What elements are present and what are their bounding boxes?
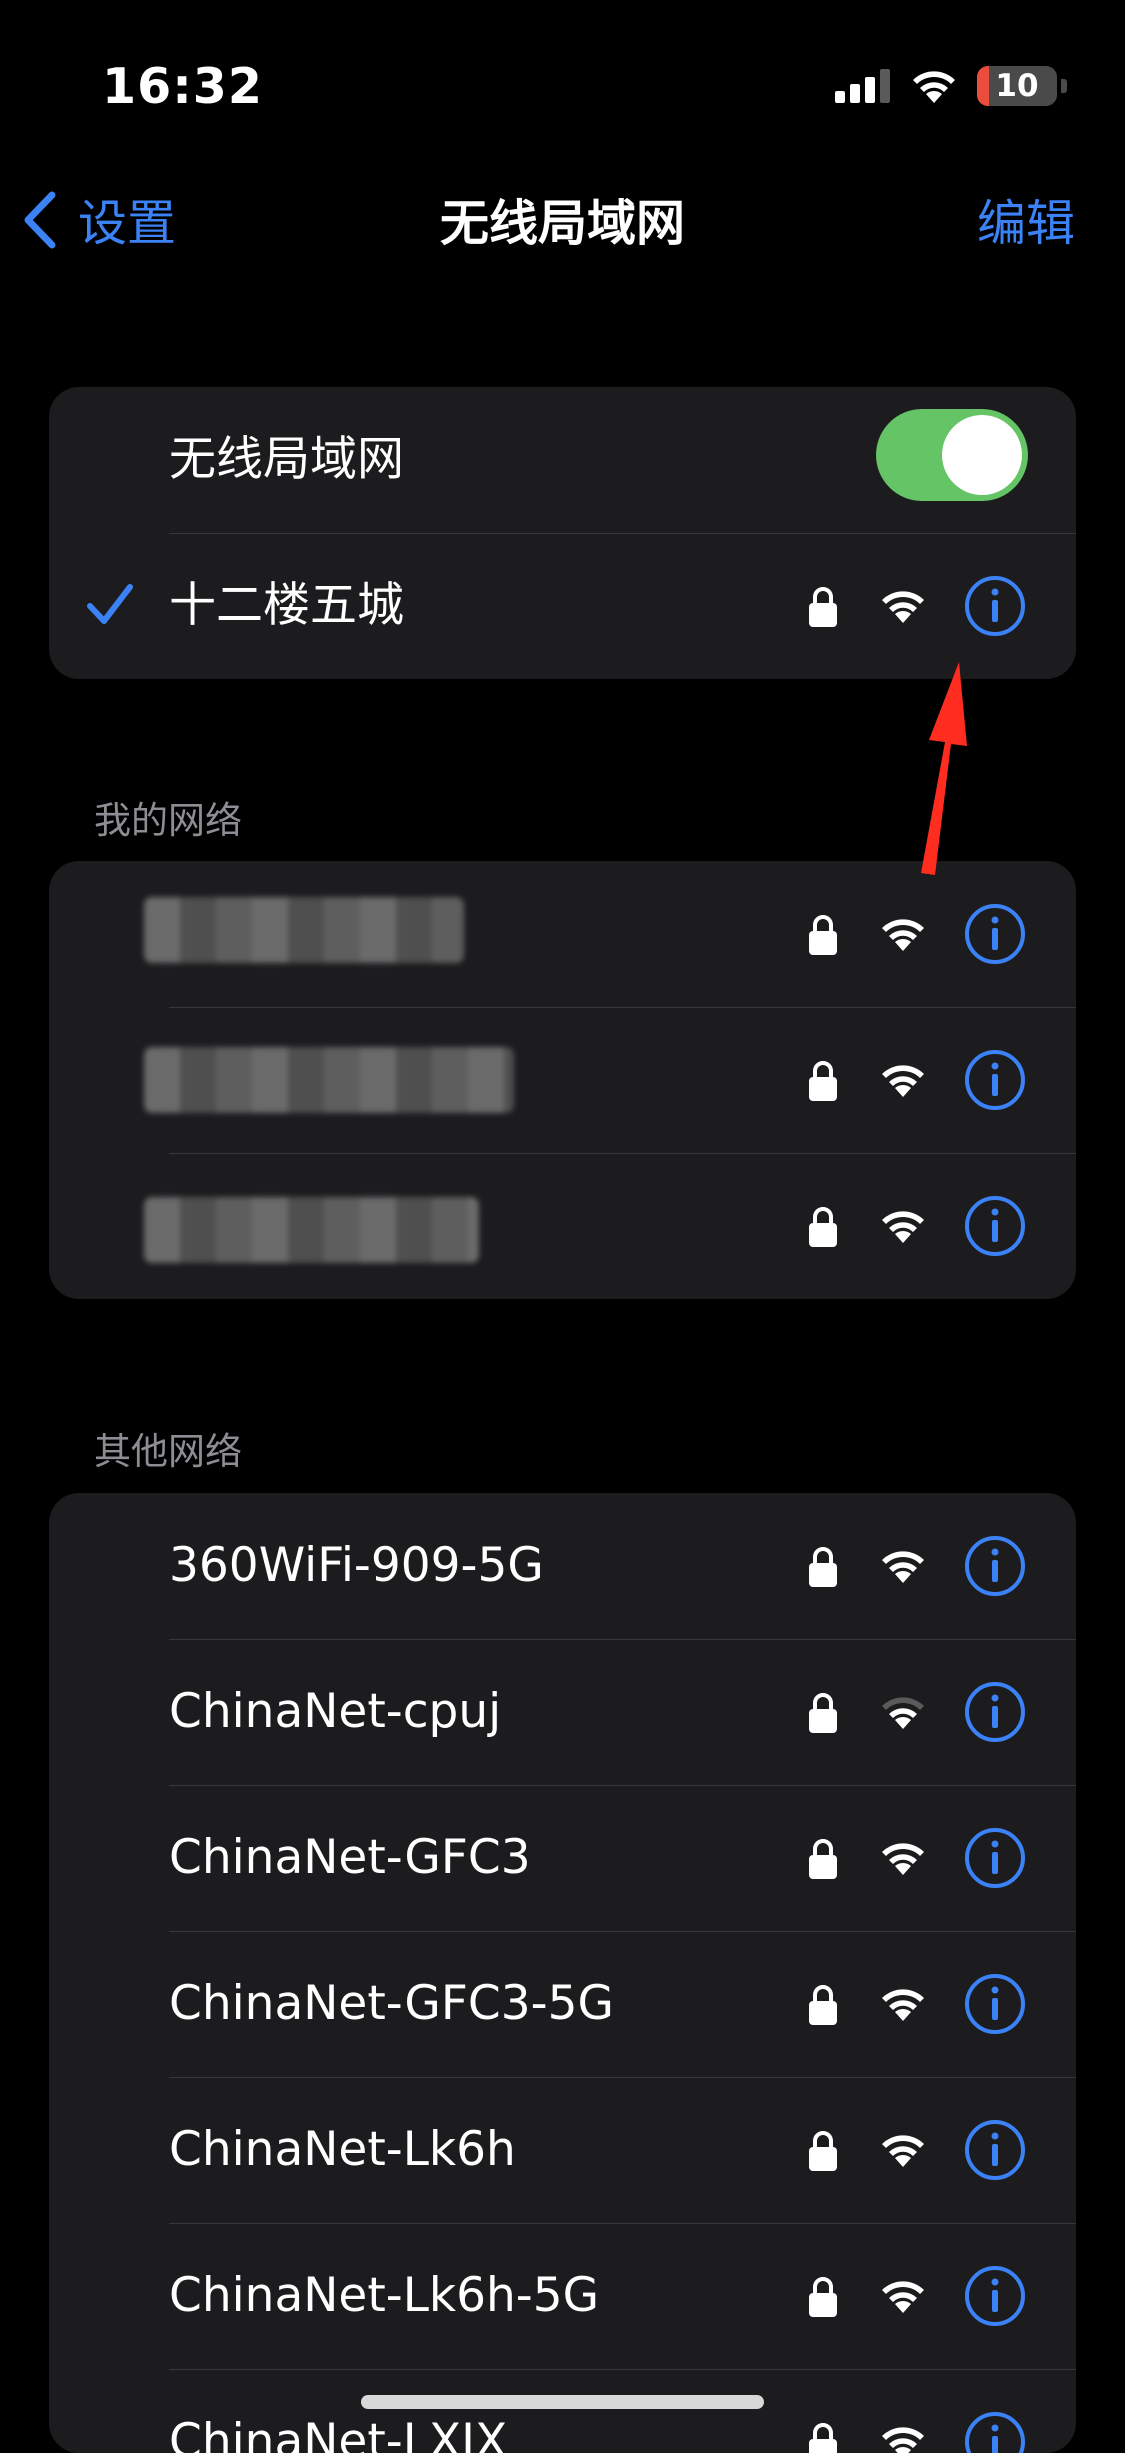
list-item[interactable] bbox=[49, 1153, 1076, 1299]
lock-icon bbox=[809, 1839, 837, 1879]
info-icon[interactable] bbox=[964, 1195, 1026, 1257]
info-icon[interactable] bbox=[964, 1049, 1026, 1111]
lock-icon bbox=[809, 1547, 837, 1587]
row-icons bbox=[808, 573, 1026, 639]
status-time: 16:32 bbox=[102, 58, 263, 115]
my-networks-header: 我的网络 bbox=[94, 799, 242, 842]
row-icons bbox=[808, 2409, 1026, 2453]
network-name: 360WiFi-909-5G bbox=[169, 1538, 544, 1593]
edit-button[interactable]: 编辑 bbox=[977, 184, 1075, 255]
wifi-icon bbox=[882, 1065, 924, 1097]
network-name: ChinaNet-cpuj bbox=[169, 1684, 502, 1739]
lock-icon bbox=[809, 2131, 837, 2171]
page-title: 无线局域网 bbox=[439, 195, 685, 252]
lock-icon bbox=[809, 1061, 837, 1101]
row-icons bbox=[808, 901, 1026, 967]
wifi-icon bbox=[882, 2281, 924, 2313]
lock-icon bbox=[809, 1693, 837, 1733]
info-icon[interactable] bbox=[964, 2265, 1026, 2327]
network-name: ChinaNet-GFC3 bbox=[169, 1830, 531, 1885]
nav-bar: 设置 无线局域网 编辑 bbox=[0, 160, 1125, 270]
list-item[interactable]: ChinaNet-GFC3 bbox=[49, 1785, 1076, 1931]
network-name: ChinaNet-Lk6h bbox=[169, 2122, 516, 2177]
list-item[interactable] bbox=[49, 861, 1076, 1007]
battery-icon: 10 bbox=[977, 66, 1057, 106]
home-indicator bbox=[361, 2395, 764, 2409]
row-icons bbox=[808, 1679, 1026, 1745]
row-icons bbox=[808, 1825, 1026, 1891]
list-item[interactable]: ChinaNet-Lk6h bbox=[49, 2077, 1076, 2223]
info-icon[interactable] bbox=[964, 1535, 1026, 1597]
info-icon[interactable] bbox=[964, 903, 1026, 965]
row-icons bbox=[808, 1047, 1026, 1113]
wifi-icon bbox=[882, 2427, 924, 2453]
network-name: ChinaNet-Lk6h-5G bbox=[169, 2268, 600, 2323]
info-icon[interactable] bbox=[964, 2119, 1026, 2181]
battery-level: 10 bbox=[995, 68, 1039, 104]
row-icons bbox=[808, 1193, 1026, 1259]
list-item[interactable]: ChinaNet-GFC3-5G bbox=[49, 1931, 1076, 2077]
other-networks-group: 360WiFi-909-5G ChinaNet-cpuj ChinaNet-GF… bbox=[49, 1493, 1076, 2453]
network-name: ChinaNet-GFC3-5G bbox=[169, 1976, 614, 2031]
wifi-status-icon bbox=[913, 71, 955, 103]
wifi-icon bbox=[882, 1843, 924, 1875]
cellular-signal-icon bbox=[835, 69, 890, 103]
wifi-icon bbox=[882, 919, 924, 951]
info-icon[interactable] bbox=[964, 2411, 1026, 2453]
row-icons bbox=[808, 2117, 1026, 2183]
wifi-group: 无线局域网 十二楼五城 bbox=[49, 387, 1076, 679]
lock-icon bbox=[809, 1207, 837, 1247]
wifi-icon bbox=[882, 1211, 924, 1243]
list-item[interactable]: 360WiFi-909-5G bbox=[49, 1493, 1076, 1639]
lock-icon bbox=[809, 2423, 837, 2453]
lock-icon bbox=[809, 2277, 837, 2317]
info-icon[interactable] bbox=[964, 1827, 1026, 1889]
list-item[interactable] bbox=[49, 1007, 1076, 1153]
battery-cap bbox=[1061, 79, 1067, 93]
wifi-icon bbox=[882, 1989, 924, 2021]
connected-network-name: 十二楼五城 bbox=[169, 578, 404, 633]
row-icons bbox=[808, 1971, 1026, 2037]
hidden-network-name bbox=[144, 1197, 479, 1263]
lock-icon bbox=[809, 587, 837, 627]
info-icon[interactable] bbox=[964, 1973, 1026, 2035]
lock-icon bbox=[809, 915, 837, 955]
info-icon[interactable] bbox=[964, 575, 1026, 637]
other-networks-header: 其他网络 bbox=[94, 1430, 242, 1473]
toggle-knob bbox=[942, 415, 1022, 495]
list-item[interactable]: ChinaNet-LXJX bbox=[49, 2369, 1076, 2453]
wifi-toggle-row: 无线局域网 bbox=[49, 387, 1076, 533]
list-item[interactable]: ChinaNet-cpuj bbox=[49, 1639, 1076, 1785]
status-icons: 10 bbox=[835, 66, 1067, 106]
hidden-network-name bbox=[144, 897, 464, 963]
lock-icon bbox=[809, 1985, 837, 2025]
wifi-toggle-label: 无线局域网 bbox=[169, 432, 404, 487]
wifi-icon bbox=[882, 1551, 924, 1583]
row-icons bbox=[808, 2263, 1026, 2329]
hidden-network-name bbox=[144, 1047, 514, 1113]
wifi-icon bbox=[882, 2135, 924, 2167]
status-bar: 16:32 10 bbox=[0, 0, 1125, 150]
wifi-toggle[interactable] bbox=[876, 409, 1028, 501]
wifi-weak-icon bbox=[882, 1697, 924, 1729]
network-name: ChinaNet-LXJX bbox=[169, 2414, 508, 2453]
row-icons bbox=[808, 1533, 1026, 1599]
checkmark-icon bbox=[87, 584, 133, 624]
connected-network-row[interactable]: 十二楼五城 bbox=[49, 533, 1076, 679]
my-networks-group bbox=[49, 861, 1076, 1299]
wifi-icon bbox=[882, 591, 924, 623]
list-item[interactable]: ChinaNet-Lk6h-5G bbox=[49, 2223, 1076, 2369]
info-icon[interactable] bbox=[964, 1681, 1026, 1743]
